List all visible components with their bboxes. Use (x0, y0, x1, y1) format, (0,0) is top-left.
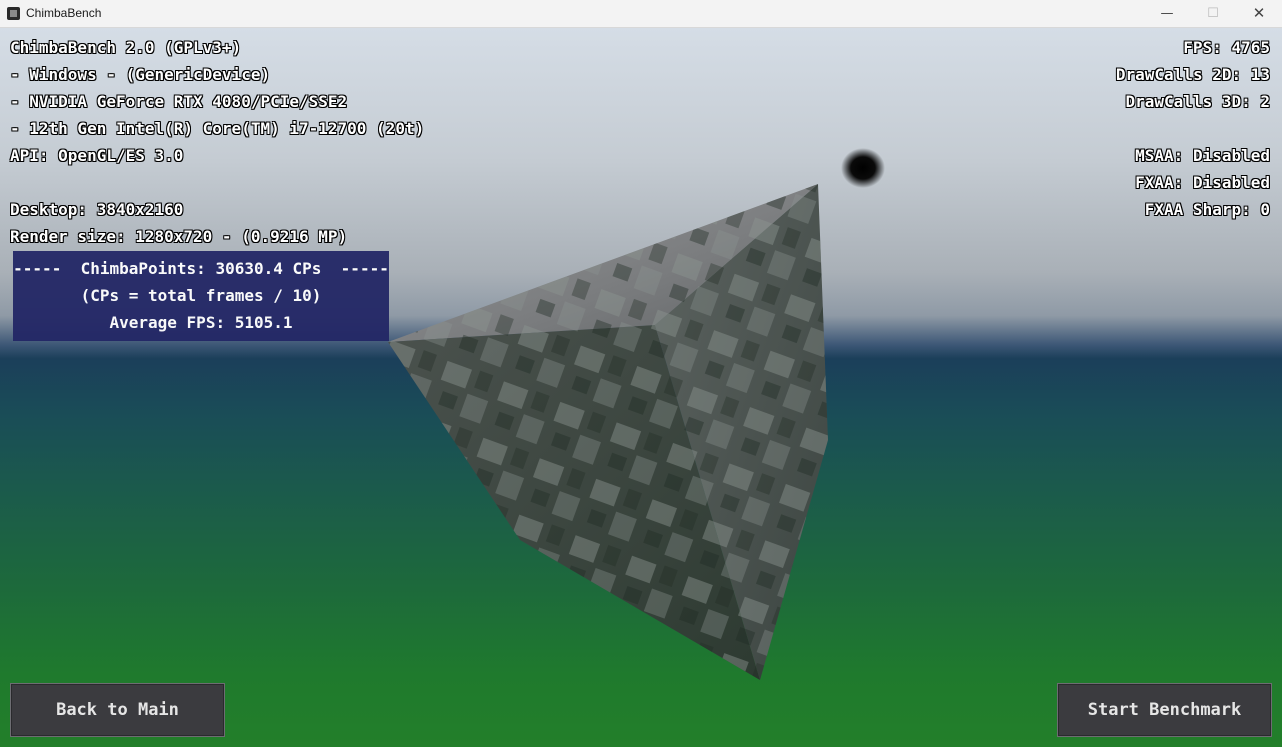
score-formula: (CPs = total frames / 10) (80, 286, 322, 305)
maximize-button[interactable]: ☐ (1190, 0, 1236, 27)
hud-gpu: - NVIDIA GeForce RTX 4080/PCIe/SSE2 (10, 92, 348, 111)
back-to-main-button[interactable]: Back to Main (10, 683, 225, 737)
window-title: ChimbaBench (26, 6, 102, 20)
start-benchmark-button[interactable]: Start Benchmark (1057, 683, 1272, 737)
hud-app-version: ChimbaBench 2.0 (GPLv3+) (10, 38, 242, 57)
hud-desktop-resolution: Desktop: 3840x2160 (10, 200, 184, 219)
app-icon (7, 7, 20, 20)
hud-drawcalls-3d: DrawCalls 3D: 2 (1125, 92, 1271, 111)
hud-cpu: - 12th Gen Intel(R) Core(TM) i7-12700 (2… (10, 119, 425, 138)
hud-fxaa-sharp: FXAA Sharp: 0 (1144, 200, 1270, 219)
minimize-button[interactable]: — (1144, 0, 1190, 27)
sun-sphere (841, 148, 885, 188)
hud-os: - Windows - (GenericDevice) (10, 65, 271, 84)
rotating-cube (388, 184, 828, 680)
hud-msaa: MSAA: Disabled (1135, 146, 1270, 165)
hud-fps: FPS: 4765 (1183, 38, 1270, 57)
score-average-fps: Average FPS: 5105.1 (109, 313, 293, 332)
window-title-bar: ChimbaBench — ☐ ✕ (0, 0, 1282, 28)
hud-render-size: Render size: 1280x720 - (0.9216 MP) (10, 227, 348, 246)
hud-fxaa: FXAA: Disabled (1135, 173, 1270, 192)
close-button[interactable]: ✕ (1236, 0, 1282, 27)
hud-drawcalls-2d: DrawCalls 2D: 13 (1115, 65, 1270, 84)
hud-api: API: OpenGL/ES 3.0 (10, 146, 184, 165)
render-viewport: ChimbaBench 2.0 (GPLv3+) - Windows - (Ge… (0, 28, 1282, 747)
score-title: ----- ChimbaPoints: 30630.4 CPs ----- (13, 259, 389, 278)
score-panel: ----- ChimbaPoints: 30630.4 CPs ----- (C… (13, 251, 389, 341)
